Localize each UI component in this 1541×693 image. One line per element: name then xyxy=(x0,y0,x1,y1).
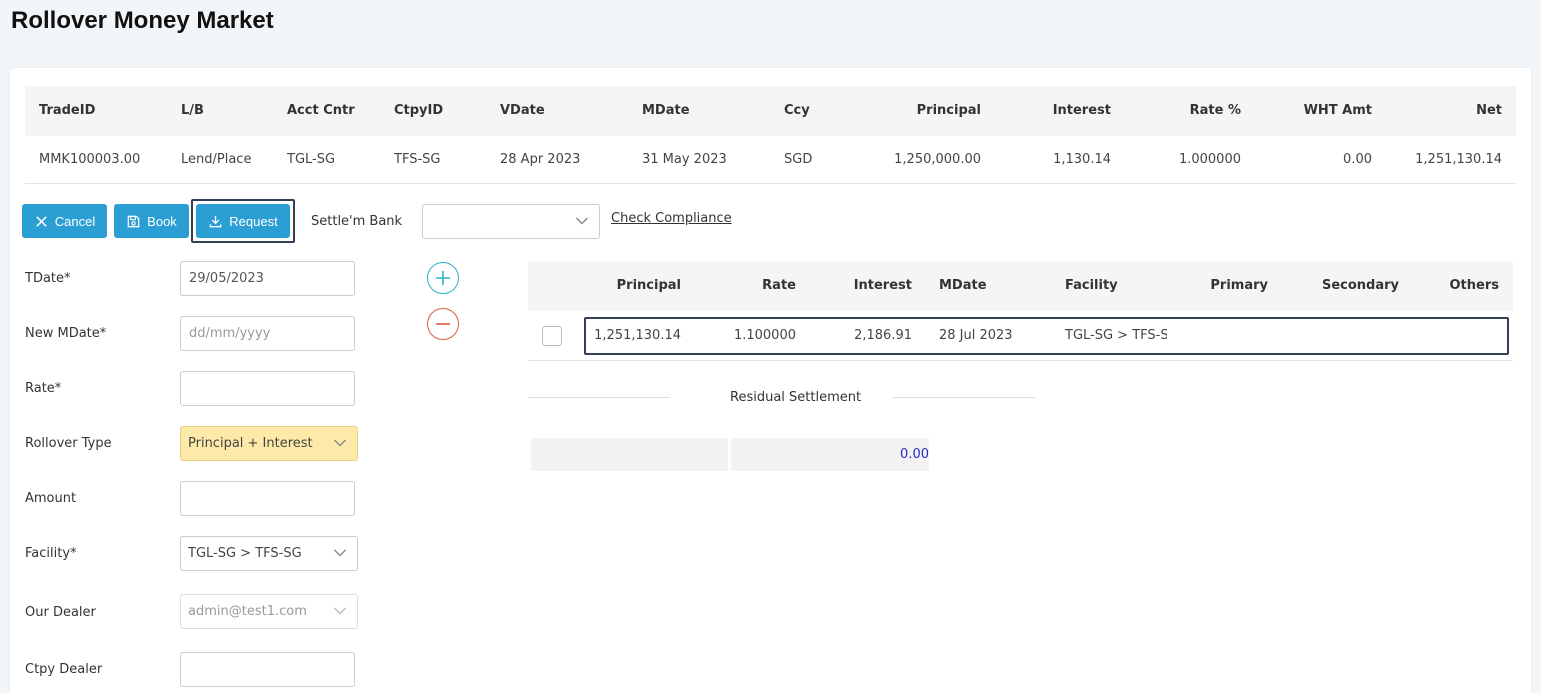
settle-bank-select[interactable] xyxy=(422,204,600,239)
header-interest[interactable]: Interest xyxy=(1053,86,1111,136)
header-net[interactable]: Net xyxy=(1476,86,1502,136)
cell-principal: 1,250,000.00 xyxy=(894,152,981,167)
residual-label-cell xyxy=(531,438,728,471)
header-primary[interactable]: Primary xyxy=(1210,261,1268,311)
page-title: Rollover Money Market xyxy=(11,7,274,34)
plus-icon xyxy=(436,271,450,285)
cell-rate: 1.000000 xyxy=(1178,152,1241,167)
residual-divider-right xyxy=(893,397,1035,398)
header-secondary[interactable]: Secondary xyxy=(1322,261,1399,311)
cell-net: 1,251,130.14 xyxy=(1415,152,1502,167)
header-principal[interactable]: Principal xyxy=(917,86,981,136)
cell-vdate: 28 Apr 2023 xyxy=(500,152,581,167)
header-rate[interactable]: Rate % xyxy=(1190,86,1241,136)
table-row[interactable]: MMK100003.00 Lend/Place TGL-SG TFS-SG 28… xyxy=(25,136,1516,184)
our-dealer-value: admin@test1.com xyxy=(188,604,307,619)
tdate-input[interactable]: 29/05/2023 xyxy=(180,261,355,296)
header-mdate[interactable]: MDate xyxy=(642,86,690,136)
cancel-button[interactable]: Cancel xyxy=(22,204,107,238)
header-acct-cntr[interactable]: Acct Cntr xyxy=(287,86,355,136)
rollover-type-select[interactable]: Principal + Interest xyxy=(180,426,358,461)
trade-table: TradeID L/B Acct Cntr CtpyID VDate MDate… xyxy=(25,86,1516,184)
new-mdate-input[interactable]: dd/mm/yyyy xyxy=(180,316,355,351)
tdate-value: 29/05/2023 xyxy=(189,271,264,286)
amount-input[interactable] xyxy=(180,481,355,516)
new-mdate-placeholder: dd/mm/yyyy xyxy=(189,326,271,341)
chevron-down-icon xyxy=(334,439,346,447)
cell-interest: 1,130.14 xyxy=(1053,152,1111,167)
rate-input[interactable] xyxy=(180,371,355,406)
residual-settlement-value: 0.00 xyxy=(900,447,929,462)
cancel-button-label: Cancel xyxy=(54,213,96,229)
facility-value: TGL-SG > TFS-SG xyxy=(188,546,302,561)
book-button-label: Book xyxy=(147,213,177,229)
cell-principal: 1,251,130.14 xyxy=(594,328,681,343)
header-facility[interactable]: Facility xyxy=(1065,261,1118,311)
check-compliance-link[interactable]: Check Compliance xyxy=(611,211,732,226)
cell-interest: 2,186.91 xyxy=(854,328,912,343)
download-icon xyxy=(209,215,222,227)
amount-label: Amount xyxy=(25,491,77,506)
rollover-type-label: Rollover Type xyxy=(25,436,112,451)
ctpy-dealer-input[interactable] xyxy=(180,652,355,687)
facility-select[interactable]: TGL-SG > TFS-SG xyxy=(180,536,358,571)
our-dealer-select: admin@test1.com xyxy=(180,594,358,629)
rollover-type-value: Principal + Interest xyxy=(188,436,313,451)
chevron-down-icon xyxy=(576,217,588,225)
rollover-table: Principal Rate Interest MDate Facility P… xyxy=(528,261,1513,361)
table-row[interactable]: 1,251,130.14 1.100000 2,186.91 28 Jul 20… xyxy=(528,311,1513,361)
header-wht-amt[interactable]: WHT Amt xyxy=(1304,86,1372,136)
residual-divider-left xyxy=(528,397,670,398)
chevron-down-icon xyxy=(334,549,346,557)
cell-rate: 1.100000 xyxy=(733,328,796,343)
header-tradeid[interactable]: TradeID xyxy=(39,86,95,136)
book-button[interactable]: Book xyxy=(114,204,189,238)
new-mdate-label: New MDate* xyxy=(25,326,107,341)
request-button[interactable]: Request xyxy=(196,204,290,238)
settle-bank-label: Settle'm Bank xyxy=(311,214,403,229)
header-principal[interactable]: Principal xyxy=(617,261,681,311)
facility-label: Facility* xyxy=(25,546,77,561)
cell-facility: TGL-SG > TFS-S( xyxy=(1065,328,1167,343)
header-ctpyid[interactable]: CtpyID xyxy=(394,86,443,136)
cell-mdate: 28 Jul 2023 xyxy=(939,328,1013,343)
add-row-button[interactable] xyxy=(427,262,459,294)
cell-lb: Lend/Place xyxy=(181,152,252,167)
header-rate[interactable]: Rate xyxy=(762,261,796,311)
our-dealer-label: Our Dealer xyxy=(25,605,96,620)
minus-icon xyxy=(436,323,450,325)
trade-table-header: TradeID L/B Acct Cntr CtpyID VDate MDate… xyxy=(25,86,1516,136)
remove-row-button[interactable] xyxy=(427,308,459,340)
ctpy-dealer-label: Ctpy Dealer xyxy=(25,662,103,677)
header-mdate[interactable]: MDate xyxy=(939,261,987,311)
chevron-down-icon xyxy=(334,607,346,615)
cell-wht-amt: 0.00 xyxy=(1343,152,1372,167)
cell-acct-cntr: TGL-SG xyxy=(287,152,336,167)
rollover-table-header: Principal Rate Interest MDate Facility P… xyxy=(528,261,1513,311)
cell-ctpyid: TFS-SG xyxy=(394,152,441,167)
residual-settlement-label: Residual Settlement xyxy=(730,390,862,405)
cell-mdate: 31 May 2023 xyxy=(642,152,727,167)
tdate-label: TDate* xyxy=(25,271,71,286)
save-icon xyxy=(127,215,140,227)
header-others[interactable]: Others xyxy=(1450,261,1500,311)
header-interest[interactable]: Interest xyxy=(854,261,912,311)
header-vdate[interactable]: VDate xyxy=(500,86,545,136)
header-lb[interactable]: L/B xyxy=(181,86,204,136)
close-icon xyxy=(36,215,47,227)
row-focus-outline xyxy=(584,317,1509,355)
row-checkbox[interactable] xyxy=(542,326,562,346)
cell-ccy: SGD xyxy=(784,152,813,167)
request-button-label: Request xyxy=(229,213,278,229)
cell-tradeid: MMK100003.00 xyxy=(39,152,141,167)
header-ccy[interactable]: Ccy xyxy=(784,86,810,136)
rate-label: Rate* xyxy=(25,381,62,396)
